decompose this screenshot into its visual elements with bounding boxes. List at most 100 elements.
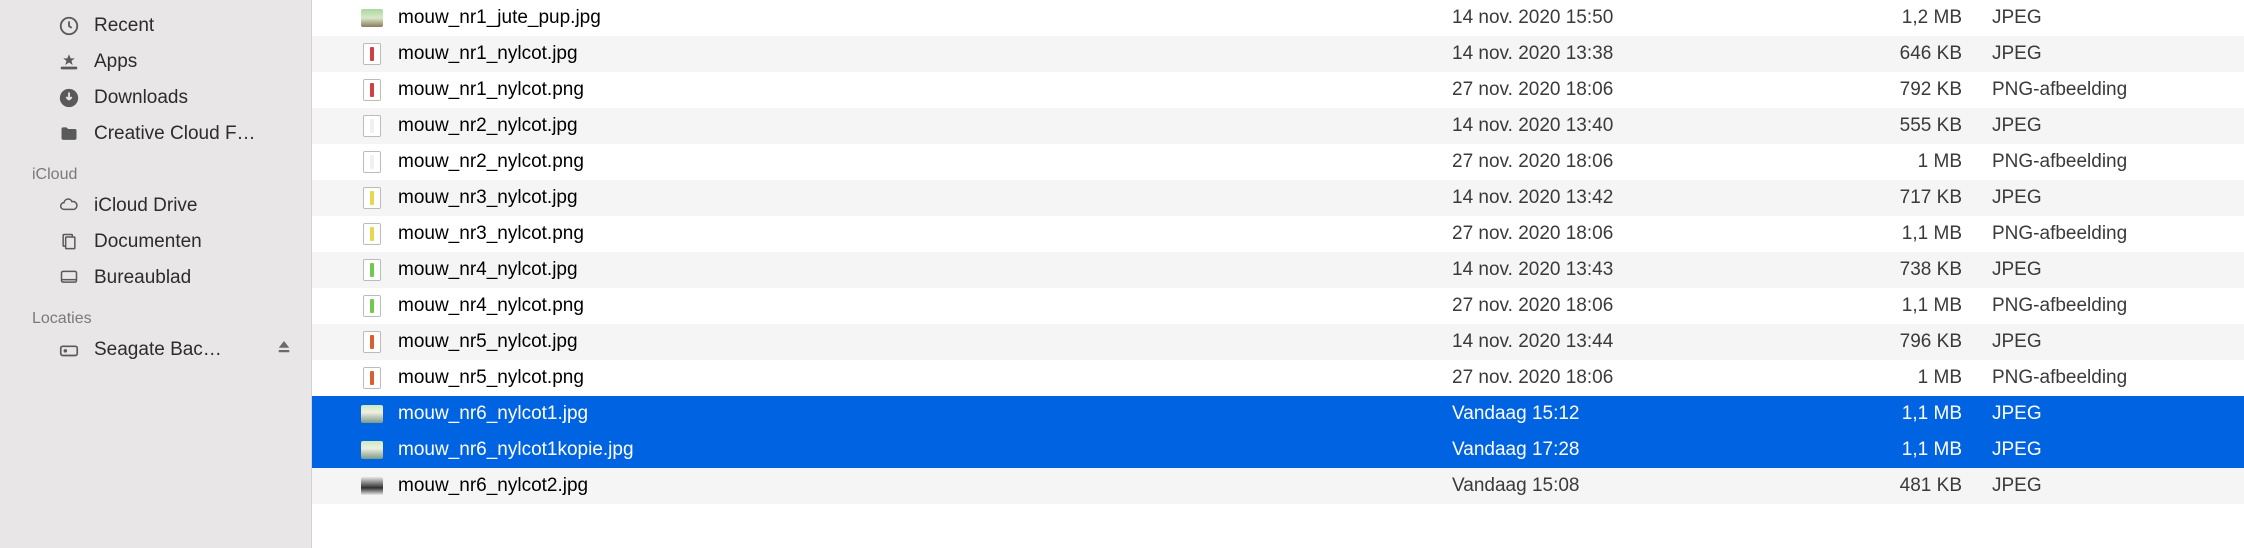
file-icon bbox=[360, 294, 384, 318]
sidebar: Recent Apps Downloads Creative Cloud F… iCl… bbox=[0, 0, 312, 548]
file-kind: PNG-afbeelding bbox=[1992, 295, 2232, 317]
file-size: 1 MB bbox=[1832, 367, 1992, 389]
file-date: 27 nov. 2020 18:06 bbox=[1432, 223, 1832, 245]
file-size: 792 KB bbox=[1832, 79, 1992, 101]
file-date: 27 nov. 2020 18:06 bbox=[1432, 79, 1832, 101]
file-date: 14 nov. 2020 13:38 bbox=[1432, 43, 1832, 65]
file-kind: JPEG bbox=[1992, 403, 2232, 425]
file-date: 14 nov. 2020 15:50 bbox=[1432, 7, 1832, 29]
file-icon bbox=[360, 330, 384, 354]
file-name: mouw_nr5_nylcot.jpg bbox=[398, 331, 1432, 353]
file-row[interactable]: mouw_nr4_nylcot.png27 nov. 2020 18:061,1… bbox=[312, 288, 2244, 324]
file-date: 14 nov. 2020 13:44 bbox=[1432, 331, 1832, 353]
file-icon bbox=[360, 114, 384, 138]
file-row[interactable]: mouw_nr5_nylcot.png27 nov. 2020 18:061 M… bbox=[312, 360, 2244, 396]
file-name: mouw_nr3_nylcot.jpg bbox=[398, 187, 1432, 209]
file-date: Vandaag 15:08 bbox=[1432, 475, 1832, 497]
file-icon bbox=[360, 42, 384, 66]
file-name: mouw_nr6_nylcot1.jpg bbox=[398, 403, 1432, 425]
sidebar-item-creative-cloud-f-[interactable]: Creative Cloud F… bbox=[0, 116, 311, 152]
file-icon bbox=[360, 78, 384, 102]
sidebar-item-downloads[interactable]: Downloads bbox=[0, 80, 311, 116]
sidebar-item-seagate-bac-[interactable]: Seagate Bac… bbox=[0, 332, 311, 368]
clock-icon bbox=[56, 13, 82, 39]
file-row[interactable]: mouw_nr3_nylcot.jpg14 nov. 2020 13:42717… bbox=[312, 180, 2244, 216]
file-icon bbox=[360, 186, 384, 210]
file-name: mouw_nr2_nylcot.jpg bbox=[398, 115, 1432, 137]
sidebar-item-documenten[interactable]: Documenten bbox=[0, 224, 311, 260]
file-size: 1,1 MB bbox=[1832, 295, 1992, 317]
file-size: 1,1 MB bbox=[1832, 439, 1992, 461]
file-row[interactable]: mouw_nr6_nylcot1.jpgVandaag 15:121,1 MBJ… bbox=[312, 396, 2244, 432]
file-name: mouw_nr4_nylcot.png bbox=[398, 295, 1432, 317]
sidebar-item-apps[interactable]: Apps bbox=[0, 44, 311, 80]
file-icon bbox=[360, 474, 384, 498]
file-icon bbox=[360, 150, 384, 174]
file-kind: JPEG bbox=[1992, 187, 2232, 209]
file-date: 14 nov. 2020 13:40 bbox=[1432, 115, 1832, 137]
file-kind: PNG-afbeelding bbox=[1992, 223, 2232, 245]
file-name: mouw_nr1_nylcot.jpg bbox=[398, 43, 1432, 65]
file-size: 1 MB bbox=[1832, 151, 1992, 173]
downloads-icon bbox=[56, 85, 82, 111]
file-date: Vandaag 17:28 bbox=[1432, 439, 1832, 461]
cloud-icon bbox=[56, 193, 82, 219]
file-size: 646 KB bbox=[1832, 43, 1992, 65]
file-name: mouw_nr6_nylcot2.jpg bbox=[398, 475, 1432, 497]
file-size: 1,2 MB bbox=[1832, 7, 1992, 29]
folder-icon bbox=[56, 121, 82, 147]
sidebar-header-icloud: iCloud bbox=[0, 152, 311, 188]
file-kind: JPEG bbox=[1992, 115, 2232, 137]
file-icon bbox=[360, 222, 384, 246]
drive-icon bbox=[56, 337, 82, 363]
file-list[interactable]: mouw_nr1_jute_pup.jpg14 nov. 2020 15:501… bbox=[312, 0, 2244, 548]
file-row[interactable]: mouw_nr2_nylcot.jpg14 nov. 2020 13:40555… bbox=[312, 108, 2244, 144]
file-icon bbox=[360, 6, 384, 30]
file-name: mouw_nr1_nylcot.png bbox=[398, 79, 1432, 101]
sidebar-item-label: Apps bbox=[94, 51, 137, 73]
file-size: 796 KB bbox=[1832, 331, 1992, 353]
file-size: 1,1 MB bbox=[1832, 403, 1992, 425]
sidebar-header-locations: Locaties bbox=[0, 296, 311, 332]
file-name: mouw_nr1_jute_pup.jpg bbox=[398, 7, 1432, 29]
file-date: 27 nov. 2020 18:06 bbox=[1432, 295, 1832, 317]
file-name: mouw_nr5_nylcot.png bbox=[398, 367, 1432, 389]
file-icon bbox=[360, 402, 384, 426]
sidebar-item-icloud-drive[interactable]: iCloud Drive bbox=[0, 188, 311, 224]
file-row[interactable]: mouw_nr6_nylcot2.jpgVandaag 15:08481 KBJ… bbox=[312, 468, 2244, 504]
eject-icon[interactable] bbox=[275, 338, 293, 362]
file-kind: PNG-afbeelding bbox=[1992, 367, 2232, 389]
apps-icon bbox=[56, 49, 82, 75]
file-icon bbox=[360, 366, 384, 390]
sidebar-item-bureaublad[interactable]: Bureaublad bbox=[0, 260, 311, 296]
file-name: mouw_nr4_nylcot.jpg bbox=[398, 259, 1432, 281]
file-row[interactable]: mouw_nr4_nylcot.jpg14 nov. 2020 13:43738… bbox=[312, 252, 2244, 288]
file-kind: JPEG bbox=[1992, 259, 2232, 281]
file-row[interactable]: mouw_nr3_nylcot.png27 nov. 2020 18:061,1… bbox=[312, 216, 2244, 252]
file-kind: JPEG bbox=[1992, 7, 2232, 29]
documents-icon bbox=[56, 229, 82, 255]
file-size: 717 KB bbox=[1832, 187, 1992, 209]
file-row[interactable]: mouw_nr1_nylcot.jpg14 nov. 2020 13:38646… bbox=[312, 36, 2244, 72]
file-kind: JPEG bbox=[1992, 475, 2232, 497]
file-kind: JPEG bbox=[1992, 43, 2232, 65]
file-row[interactable]: mouw_nr1_nylcot.png27 nov. 2020 18:06792… bbox=[312, 72, 2244, 108]
file-row[interactable]: mouw_nr1_jute_pup.jpg14 nov. 2020 15:501… bbox=[312, 0, 2244, 36]
file-row[interactable]: mouw_nr6_nylcot1kopie.jpgVandaag 17:281,… bbox=[312, 432, 2244, 468]
file-row[interactable]: mouw_nr2_nylcot.png27 nov. 2020 18:061 M… bbox=[312, 144, 2244, 180]
file-icon bbox=[360, 438, 384, 462]
file-date: 27 nov. 2020 18:06 bbox=[1432, 367, 1832, 389]
file-name: mouw_nr6_nylcot1kopie.jpg bbox=[398, 439, 1432, 461]
file-date: 27 nov. 2020 18:06 bbox=[1432, 151, 1832, 173]
sidebar-item-label: Bureaublad bbox=[94, 267, 191, 289]
desktop-icon bbox=[56, 265, 82, 291]
sidebar-item-label: Seagate Bac… bbox=[94, 339, 222, 361]
sidebar-item-label: Recent bbox=[94, 15, 154, 37]
file-size: 738 KB bbox=[1832, 259, 1992, 281]
file-size: 1,1 MB bbox=[1832, 223, 1992, 245]
sidebar-item-recent[interactable]: Recent bbox=[0, 8, 311, 44]
file-kind: PNG-afbeelding bbox=[1992, 79, 2232, 101]
file-row[interactable]: mouw_nr5_nylcot.jpg14 nov. 2020 13:44796… bbox=[312, 324, 2244, 360]
file-date: 14 nov. 2020 13:43 bbox=[1432, 259, 1832, 281]
sidebar-item-label: Creative Cloud F… bbox=[94, 123, 256, 145]
